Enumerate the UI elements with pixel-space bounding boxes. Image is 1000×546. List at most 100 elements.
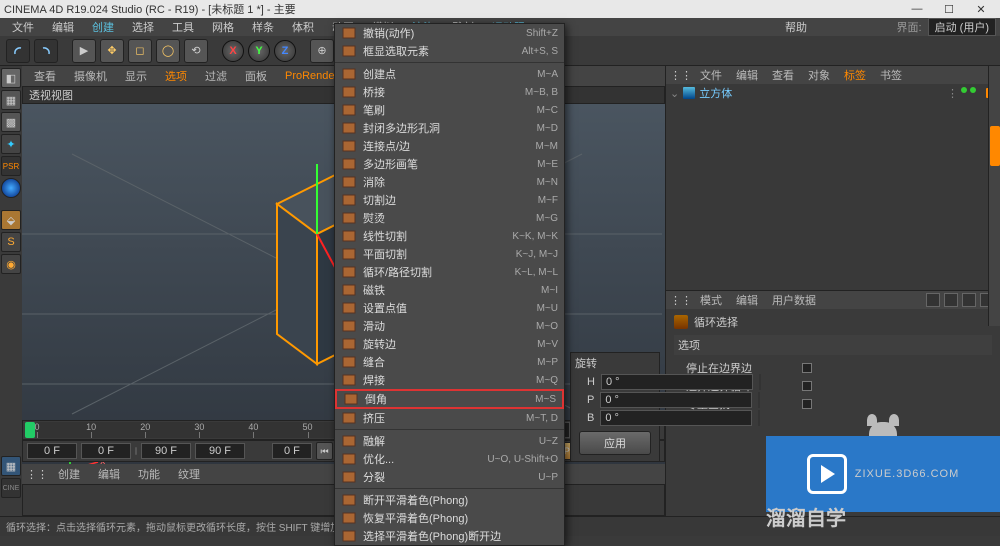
viewport-solo[interactable]: [1, 178, 21, 198]
menu-item-split[interactable]: 分裂U~P: [335, 468, 564, 486]
menu-volume[interactable]: 体积: [284, 17, 322, 37]
menu-select[interactable]: 选择: [124, 17, 162, 37]
b-stepper[interactable]: [758, 410, 760, 426]
undo-button[interactable]: [6, 39, 30, 63]
attr-ring-checkbox[interactable]: [802, 381, 812, 391]
lastused-tool[interactable]: ⟲: [184, 39, 208, 63]
menu-item-opt[interactable]: 优化...U~O, U-Shift+O: [335, 450, 564, 468]
goto-start-button[interactable]: ⏮: [316, 442, 333, 460]
material-grid-icon[interactable]: ▦: [1, 456, 21, 476]
menu-mesh[interactable]: 网格: [204, 17, 242, 37]
model-mode[interactable]: ▦: [1, 90, 21, 110]
om-tab-edit[interactable]: 编辑: [730, 65, 764, 85]
am-nav-fwd-icon[interactable]: [944, 293, 958, 307]
menu-item-lcut[interactable]: 线性切割K~K, M~K: [335, 227, 564, 245]
menu-item-conn[interactable]: 连接点/边M~M: [335, 137, 564, 155]
menu-item-ph3[interactable]: 选择平滑着色(Phong)断开边: [335, 527, 564, 545]
goto-frame-field[interactable]: [272, 443, 312, 459]
axis-y-toggle[interactable]: Y: [248, 40, 270, 62]
menu-item-mag[interactable]: 磁铁M~I: [335, 281, 564, 299]
menu-item-pcut[interactable]: 平面切割K~J, M~J: [335, 245, 564, 263]
om-tab-bookmarks[interactable]: 书签: [874, 65, 908, 85]
om-tab-file[interactable]: 文件: [694, 65, 728, 85]
axis-z-toggle[interactable]: Z: [274, 40, 296, 62]
snap-toggle[interactable]: ⬙: [1, 210, 21, 230]
vtab-view[interactable]: 查看: [26, 66, 64, 86]
menu-item-stitch[interactable]: 缝合M~P: [335, 353, 564, 371]
mm-tab-edit[interactable]: 编辑: [90, 464, 128, 484]
menu-item-undo[interactable]: 撤销(动作)Shift+Z: [335, 24, 564, 42]
close-button[interactable]: ✕: [966, 1, 996, 17]
attr-greedy-checkbox[interactable]: [802, 399, 812, 409]
rotate-tool[interactable]: ◯: [156, 39, 180, 63]
menu-item-setv[interactable]: 设置点值M~U: [335, 299, 564, 317]
workplane[interactable]: ◉: [1, 254, 21, 274]
menu-item-rot[interactable]: 旋转边M~V: [335, 335, 564, 353]
select-tool[interactable]: ▶: [72, 39, 96, 63]
menu-file[interactable]: 文件: [4, 17, 42, 37]
maximize-button[interactable]: ☐: [934, 1, 964, 17]
current-frame-field[interactable]: [81, 443, 131, 459]
menu-item-ph1[interactable]: 断开平滑着色(Phong): [335, 491, 564, 509]
apply-button[interactable]: 应用: [579, 431, 651, 455]
menu-item-dis[interactable]: 融解U~Z: [335, 432, 564, 450]
menu-item-poly[interactable]: 多边形画笔M~E: [335, 155, 564, 173]
mm-tab-tex[interactable]: 纹理: [170, 464, 208, 484]
axis-mode[interactable]: ✦: [1, 134, 21, 154]
om-tab-view[interactable]: 查看: [766, 65, 800, 85]
p-field[interactable]: [600, 392, 752, 408]
am-tab-edit[interactable]: 编辑: [730, 290, 764, 310]
mm-tab-create[interactable]: 创建: [50, 464, 88, 484]
vtab-display[interactable]: 显示: [117, 66, 155, 86]
menu-create[interactable]: 创建: [84, 17, 122, 37]
project-end-field[interactable]: [195, 443, 245, 459]
menu-item-frame[interactable]: 框显选取元素Alt+S, S: [335, 42, 564, 60]
menu-edit[interactable]: 编辑: [44, 17, 82, 37]
am-tab-mode[interactable]: 模式: [694, 290, 728, 310]
menu-item-cut[interactable]: 切割边M~F: [335, 191, 564, 209]
menu-item-bridge[interactable]: 桥接M~B, B: [335, 83, 564, 101]
menu-spline[interactable]: 样条: [244, 17, 282, 37]
editable-toggle[interactable]: ◧: [1, 68, 21, 88]
right-edge-handle[interactable]: [990, 126, 1000, 166]
menu-help[interactable]: 帮助: [777, 17, 815, 37]
am-nav-back-icon[interactable]: [926, 293, 940, 307]
range-end-field[interactable]: [141, 443, 191, 459]
vtab-panel[interactable]: 面板: [237, 66, 275, 86]
vtab-cam[interactable]: 摄像机: [66, 66, 115, 86]
menu-item-del[interactable]: 消除M~N: [335, 173, 564, 191]
h-stepper[interactable]: [759, 374, 761, 390]
minimize-button[interactable]: —: [902, 1, 932, 17]
snap-settings[interactable]: S: [1, 232, 21, 252]
b-field[interactable]: [600, 410, 752, 426]
move-tool[interactable]: ✥: [100, 39, 124, 63]
menu-item-weld[interactable]: 焊接M~Q: [335, 371, 564, 389]
om-tab-tags[interactable]: 标签: [838, 65, 872, 85]
menu-item-pt[interactable]: 创建点M~A: [335, 65, 564, 83]
transport-slider[interactable]: [135, 447, 137, 455]
am-nav-up-icon[interactable]: [962, 293, 976, 307]
visibility-editor-icon[interactable]: [961, 87, 967, 93]
axis-x-toggle[interactable]: X: [222, 40, 244, 62]
menu-tools[interactable]: 工具: [164, 17, 202, 37]
h-field[interactable]: [601, 374, 753, 390]
menu-item-iron[interactable]: 熨烫M~G: [335, 209, 564, 227]
menu-item-brush[interactable]: 笔刷M~C: [335, 101, 564, 119]
psr-button[interactable]: PSR: [1, 156, 21, 176]
range-start-field[interactable]: [27, 443, 77, 459]
scale-tool[interactable]: ◻: [128, 39, 152, 63]
menu-item-ph2[interactable]: 恢复平滑着色(Phong): [335, 509, 564, 527]
om-tab-object[interactable]: 对象: [802, 65, 836, 85]
texture-mode[interactable]: ▩: [1, 112, 21, 132]
menu-item-close[interactable]: 封闭多边形孔洞M~D: [335, 119, 564, 137]
menu-item-slide[interactable]: 滑动M~O: [335, 317, 564, 335]
menu-item-loop[interactable]: 循环/路径切割K~L, M~L: [335, 263, 564, 281]
visibility-render-icon[interactable]: [970, 87, 976, 93]
coord-system[interactable]: ⊕: [310, 39, 334, 63]
vtab-options[interactable]: 选项: [157, 66, 195, 86]
attr-stop-checkbox[interactable]: [802, 363, 812, 373]
menu-item-bevel[interactable]: 倒角M~S: [335, 389, 564, 409]
menu-item-ext[interactable]: 挤压M~T, D: [335, 409, 564, 427]
object-row-cube[interactable]: ⌄ 立方体 ⋮: [666, 84, 1000, 102]
redo-button[interactable]: [34, 39, 58, 63]
